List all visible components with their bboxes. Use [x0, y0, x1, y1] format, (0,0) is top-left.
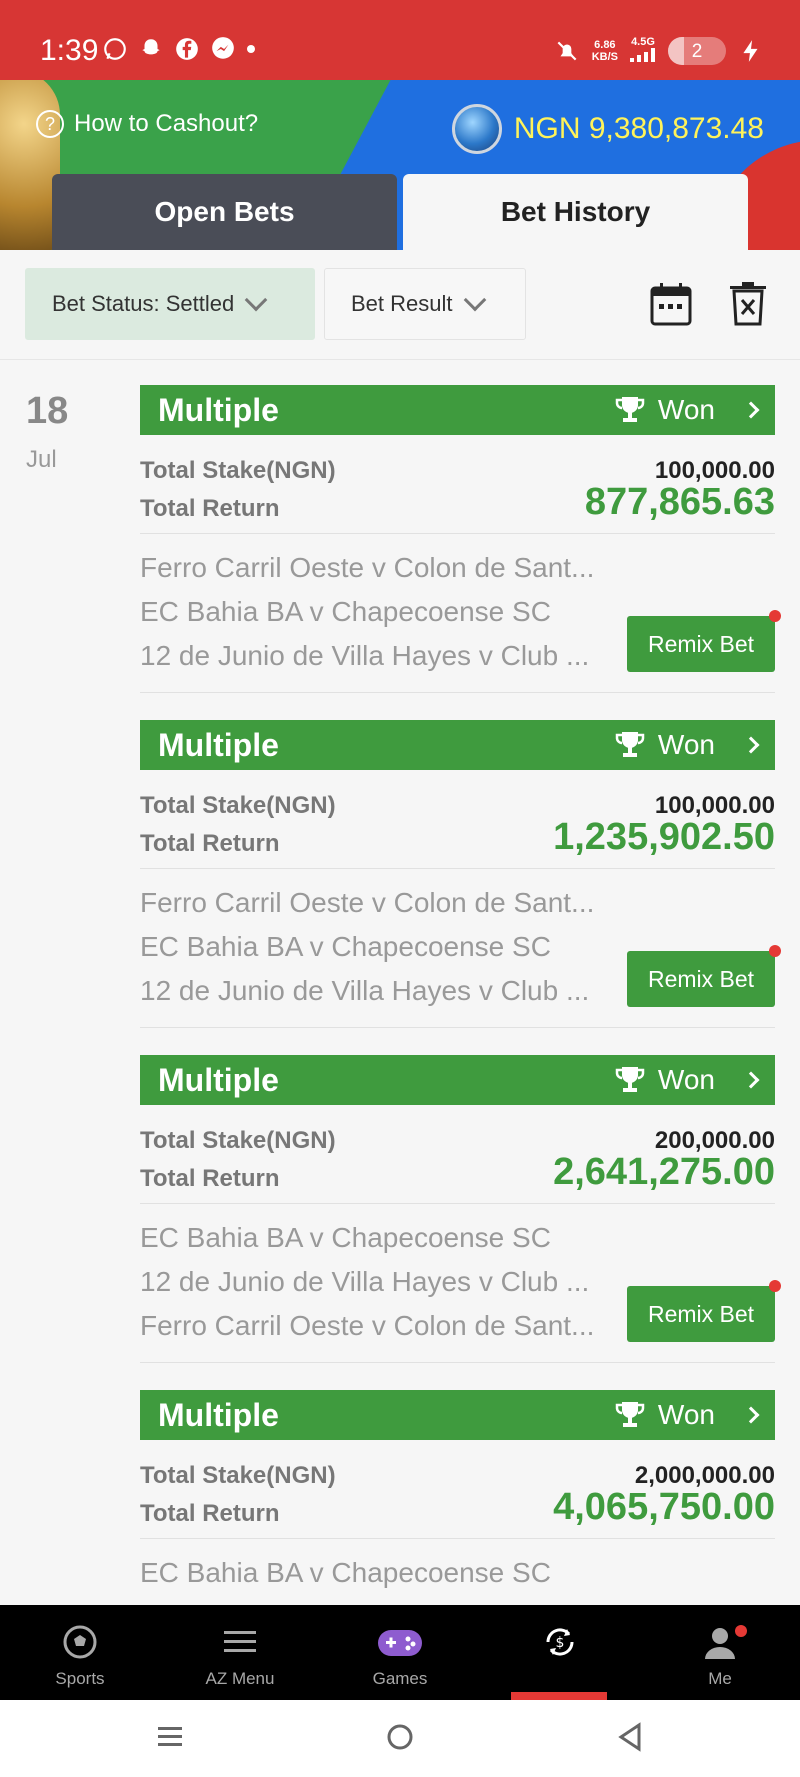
bet-header[interactable]: Multiple Won — [140, 385, 775, 435]
bet-card[interactable]: Multiple Won Total Stake(NGN) 200,000.00 … — [140, 1055, 781, 1363]
battery-indicator: 2 — [668, 36, 726, 65]
match-list: EC Bahia BA v Chapecoense SC 12 de Junio… — [140, 1204, 781, 1362]
gamepad-icon — [378, 1630, 422, 1656]
match-item: Ferro Carril Oeste v Colon de Sant... — [140, 887, 595, 918]
return-label: Total Return — [140, 1165, 280, 1192]
bets-tabs: Open Bets Bet History — [52, 174, 748, 250]
bet-result-filter[interactable]: Bet Result — [324, 268, 526, 340]
return-value: 4,065,750.00 — [553, 1486, 775, 1528]
svg-text:$: $ — [556, 1635, 565, 1651]
remix-bet-button[interactable]: Remix Bet — [627, 1280, 781, 1342]
delete-icon[interactable] — [730, 282, 766, 326]
menu-icon — [224, 1631, 256, 1652]
nav-sports[interactable]: Sports — [0, 1605, 160, 1700]
stake-label: Total Stake(NGN) — [140, 457, 336, 484]
match-item: 12 de Junio de Villa Hayes v Club ... — [140, 1266, 590, 1297]
cashout-icon: $ — [546, 1628, 574, 1656]
bottom-nav: Sports AZ Menu Games $ Me — [0, 1605, 800, 1700]
stake-label: Total Stake(NGN) — [140, 792, 336, 819]
chevron-right-icon — [742, 401, 760, 419]
status-bar: 1:39 6.86 KB/S 4.5G 2 — [0, 0, 800, 80]
trophy-icon — [615, 1067, 645, 1092]
match-item: EC Bahia BA v Chapecoense SC — [140, 596, 551, 627]
match-item: 12 de Junio de Villa Hayes v Club ... — [140, 975, 590, 1006]
stake-label: Total Stake(NGN) — [140, 1127, 336, 1154]
mute-icon — [557, 41, 577, 60]
bet-header[interactable]: Multiple Won — [140, 1390, 775, 1440]
chevron-right-icon — [742, 1406, 760, 1424]
notification-dot — [769, 945, 781, 957]
return-label: Total Return — [140, 830, 280, 857]
date-month: Jul — [26, 446, 57, 473]
nav-cashout[interactable]: $ — [480, 1605, 640, 1700]
charging-icon — [743, 39, 758, 62]
signal-icon — [630, 48, 655, 62]
trophy-icon — [615, 397, 645, 422]
bet-header[interactable]: Multiple Won — [140, 720, 775, 770]
bet-card[interactable]: Multiple Won Total Stake(NGN) 100,000.00 … — [140, 385, 781, 693]
date-day: 18 — [26, 390, 69, 432]
tab-bet-history[interactable]: Bet History — [403, 174, 748, 250]
notification-dot — [769, 610, 781, 622]
tab-open-bets[interactable]: Open Bets — [52, 174, 397, 250]
match-item: EC Bahia BA v Chapecoense SC — [140, 931, 551, 962]
match-list: Ferro Carril Oeste v Colon de Sant... EC… — [140, 869, 781, 1027]
active-indicator — [511, 1692, 607, 1700]
bet-header[interactable]: Multiple Won — [140, 1055, 775, 1105]
snapchat-icon — [142, 39, 160, 55]
system-nav-bar — [0, 1700, 800, 1777]
match-item: Ferro Carril Oeste v Colon de Sant... — [140, 1310, 595, 1341]
chevron-right-icon — [742, 736, 760, 754]
recent-apps-icon[interactable] — [155, 1722, 185, 1752]
notification-dot — [769, 1280, 781, 1292]
trophy-icon — [615, 732, 645, 757]
home-icon[interactable] — [385, 1722, 415, 1752]
trophy-icon — [615, 1402, 645, 1427]
network-indicator: 4.5G — [630, 36, 656, 65]
return-value: 877,865.63 — [584, 481, 775, 523]
status-time: 1:39 — [40, 34, 99, 67]
match-item: EC Bahia BA v Chapecoense SC — [140, 1557, 551, 1588]
bet-card[interactable]: Multiple Won Total Stake(NGN) 100,000.00 … — [140, 720, 781, 1028]
cashout-help-link[interactable]: ? How to Cashout? — [36, 110, 258, 138]
globe-icon — [451, 104, 502, 154]
notification-dot — [735, 1625, 747, 1637]
net-speed: 6.86 KB/S — [591, 38, 618, 63]
return-label: Total Return — [140, 495, 280, 522]
trophy-graphic — [0, 80, 60, 250]
calendar-icon[interactable] — [650, 282, 692, 326]
nav-me[interactable]: Me — [640, 1605, 800, 1700]
remix-bet-button[interactable]: Remix Bet — [627, 945, 781, 1007]
stake-label: Total Stake(NGN) — [140, 1462, 336, 1489]
question-icon: ? — [36, 110, 64, 138]
notification-icons — [102, 36, 256, 62]
return-label: Total Return — [140, 1500, 280, 1527]
dot-icon — [247, 45, 255, 53]
chevron-down-icon — [463, 288, 486, 312]
nav-games[interactable]: Games — [320, 1605, 480, 1700]
chevron-right-icon — [742, 1071, 760, 1089]
match-item: EC Bahia BA v Chapecoense SC — [140, 1222, 551, 1253]
match-list: Ferro Carril Oeste v Colon de Sant... EC… — [140, 534, 781, 692]
account-balance: NGN 9,380,873.48 — [451, 104, 764, 154]
soccer-ball-icon — [63, 1625, 97, 1659]
facebook-icon — [176, 38, 198, 60]
back-icon[interactable] — [615, 1722, 645, 1752]
nav-az-menu[interactable]: AZ Menu — [160, 1605, 320, 1700]
user-icon — [705, 1628, 735, 1659]
remix-bet-button[interactable]: Remix Bet — [627, 610, 781, 672]
messenger-icon — [212, 37, 234, 59]
return-value: 2,641,275.00 — [553, 1151, 775, 1193]
match-item: Ferro Carril Oeste v Colon de Sant... — [140, 552, 595, 583]
return-value: 1,235,902.50 — [553, 816, 775, 858]
whatsapp-icon — [104, 38, 126, 60]
match-item: 12 de Junio de Villa Hayes v Club ... — [140, 640, 590, 671]
chevron-down-icon — [244, 288, 268, 312]
bet-status-filter[interactable]: Bet Status: Settled — [25, 268, 315, 340]
